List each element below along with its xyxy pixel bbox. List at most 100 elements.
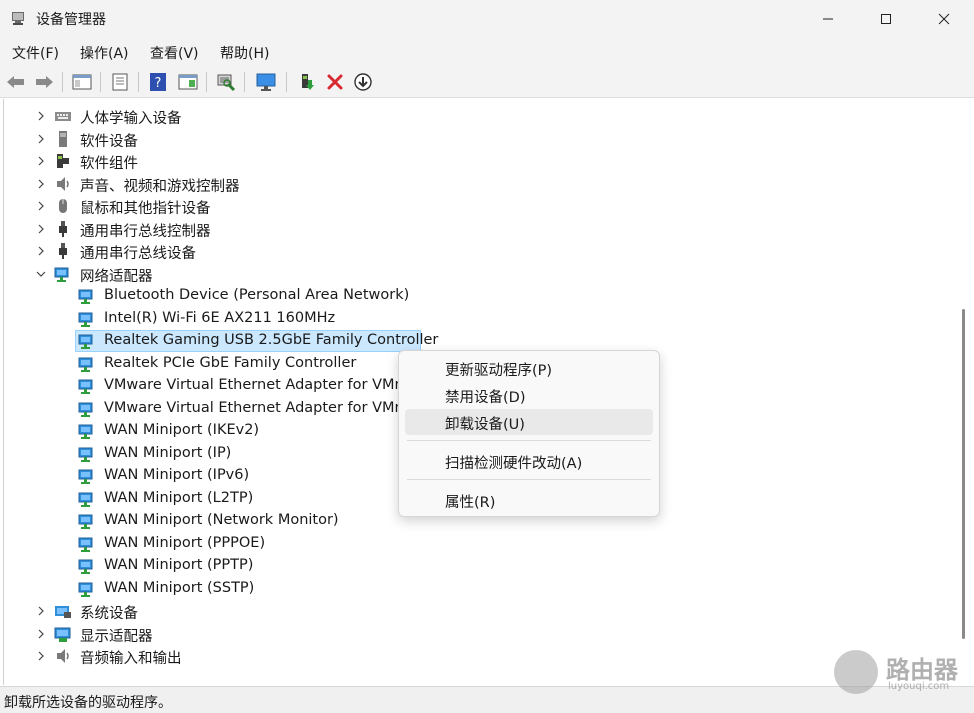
speaker-icon [57, 649, 69, 663]
help-button[interactable]: ? [146, 70, 170, 94]
ctx-item-label: 扫描检测硬件改动(A) [445, 456, 583, 472]
chevron-right-icon[interactable] [36, 179, 46, 189]
network-adapter-label: WAN Miniport (IKEv2) [104, 422, 260, 438]
usb-icon [59, 220, 67, 237]
network-adapter-item[interactable]: Intel(R) Wi-Fi 6E AX211 160MHz [4, 308, 904, 330]
chevron-right-icon[interactable] [36, 224, 46, 234]
chevron-right-icon[interactable] [36, 156, 46, 166]
network-adapter-label: WAN Miniport (SSTP) [104, 579, 255, 596]
network-adapter-icon [78, 514, 93, 529]
tree-category[interactable]: 软件设备 [4, 128, 904, 150]
chevron-right-icon[interactable] [36, 606, 46, 616]
tree-category[interactable]: 软件组件 [4, 150, 904, 172]
display-device-button[interactable] [254, 70, 278, 94]
chevron-right-icon[interactable] [36, 651, 46, 661]
network-icon [54, 267, 69, 282]
close-icon [938, 13, 950, 25]
scrollbar-thumb[interactable] [962, 309, 965, 639]
chevron-down-icon[interactable] [36, 269, 46, 279]
toolbar-separator [138, 72, 139, 92]
tree-category[interactable]: 网络适配器 [4, 263, 904, 285]
scan-hardware-icon [217, 74, 236, 92]
menu-file[interactable]: 文件(F) [12, 43, 59, 63]
action-pane-button[interactable] [176, 70, 200, 94]
tree-category-label: 显示适配器 [80, 628, 153, 645]
ctx-scan-hardware[interactable]: 扫描检测硬件改动(A) [405, 448, 653, 474]
forward-button[interactable] [32, 70, 56, 94]
tree-category[interactable]: 人体学输入设备 [4, 105, 904, 127]
network-adapter-item[interactable]: Bluetooth Device (Personal Area Network) [4, 285, 904, 307]
chevron-right-icon[interactable] [36, 201, 46, 211]
menu-action[interactable]: 操作(A) [80, 43, 129, 63]
update-driver-icon [302, 74, 314, 90]
tree-category[interactable]: 音频输入和输出 [4, 645, 904, 667]
uninstall-button[interactable] [323, 70, 347, 94]
close-button[interactable] [914, 0, 974, 38]
action-pane-icon [178, 74, 198, 90]
minimize-button[interactable] [798, 0, 858, 38]
update-driver-button[interactable] [296, 70, 320, 94]
down-arrow-circle-icon [354, 73, 372, 91]
ctx-properties[interactable]: 属性(R) [405, 487, 653, 513]
status-text: 卸载所选设备的驱动程序。 [4, 695, 172, 711]
ctx-separator [407, 479, 651, 480]
ctx-uninstall-device[interactable]: 卸载设备(U) [405, 409, 653, 435]
network-adapter-icon [78, 357, 93, 372]
menu-help[interactable]: 帮助(H) [220, 43, 269, 63]
tree-category[interactable]: 通用串行总线设备 [4, 240, 904, 262]
chevron-right-icon[interactable] [36, 134, 46, 144]
menu-view[interactable]: 查看(V) [150, 43, 199, 63]
toolbar-separator [244, 72, 245, 92]
network-adapter-icon [78, 447, 93, 462]
ctx-item-label: 属性(R) [445, 495, 496, 511]
network-adapter-item[interactable]: WAN Miniport (SSTP) [4, 578, 904, 600]
chevron-right-icon[interactable] [36, 246, 46, 256]
tree-category-label: 软件设备 [80, 133, 138, 150]
title-bar: 设备管理器 [0, 0, 974, 38]
ctx-item-label: 更新驱动程序(P) [445, 363, 553, 379]
network-adapter-item[interactable]: WAN Miniport (PPPOE) [4, 533, 904, 555]
context-menu: 更新驱动程序(P) 禁用设备(D) 卸载设备(U) 扫描检测硬件改动(A) 属性… [398, 350, 660, 517]
ctx-update-driver[interactable]: 更新驱动程序(P) [405, 355, 653, 381]
network-adapter-item[interactable]: WAN Miniport (PPTP) [4, 555, 904, 577]
ctx-disable-device[interactable]: 禁用设备(D) [405, 382, 653, 408]
keyboard-icon [55, 112, 71, 121]
tree-category-label: 系统设备 [80, 606, 138, 622]
software-component-icon [57, 154, 69, 168]
network-adapter-label: WAN Miniport (IPv6) [104, 467, 250, 483]
tree-category[interactable]: 显示适配器 [4, 623, 904, 645]
tree-category[interactable]: 鼠标和其他指针设备 [4, 195, 904, 217]
toolbar-separator [286, 72, 287, 92]
router-logo-icon [834, 650, 878, 694]
window-title: 设备管理器 [36, 12, 106, 28]
maximize-button[interactable] [856, 0, 916, 38]
help-icon: ? [150, 73, 166, 91]
download-driver-button[interactable] [351, 70, 375, 94]
watermark: 路由器 luyouqi.com [834, 648, 974, 700]
chevron-right-icon[interactable] [36, 629, 46, 639]
network-adapter-icon [78, 334, 93, 349]
tree-category[interactable]: 系统设备 [4, 600, 904, 622]
network-adapter-item[interactable]: Realtek Gaming USB 2.5GbE Family Control… [4, 330, 904, 352]
network-adapter-label: WAN Miniport (IP) [104, 444, 232, 461]
scan-hardware-button[interactable] [214, 70, 238, 94]
properties-button[interactable] [108, 70, 132, 94]
tree-category[interactable]: 通用串行总线控制器 [4, 218, 904, 240]
network-adapter-icon [78, 424, 93, 439]
display-adapter-icon [54, 627, 71, 642]
ctx-separator [407, 440, 651, 441]
network-adapter-label: VMware Virtual Ethernet Adapter for VMne… [104, 399, 419, 416]
mouse-icon [59, 199, 67, 213]
back-button[interactable] [4, 70, 28, 94]
tree-category-label: 网络适配器 [80, 268, 153, 285]
tree-category[interactable]: 声音、视频和游戏控制器 [4, 173, 904, 195]
network-adapter-label: Intel(R) Wi-Fi 6E AX211 160MHz [104, 309, 336, 326]
show-hide-console-tree-button[interactable] [70, 70, 94, 94]
monitor-icon [256, 73, 276, 91]
toolbar: ? [0, 66, 974, 98]
vertical-scrollbar[interactable] [958, 99, 972, 685]
network-adapter-label: WAN Miniport (Network Monitor) [104, 512, 339, 528]
tree-category-label: 音频输入和输出 [80, 651, 182, 667]
network-adapter-icon [78, 582, 93, 597]
chevron-right-icon[interactable] [36, 111, 46, 121]
